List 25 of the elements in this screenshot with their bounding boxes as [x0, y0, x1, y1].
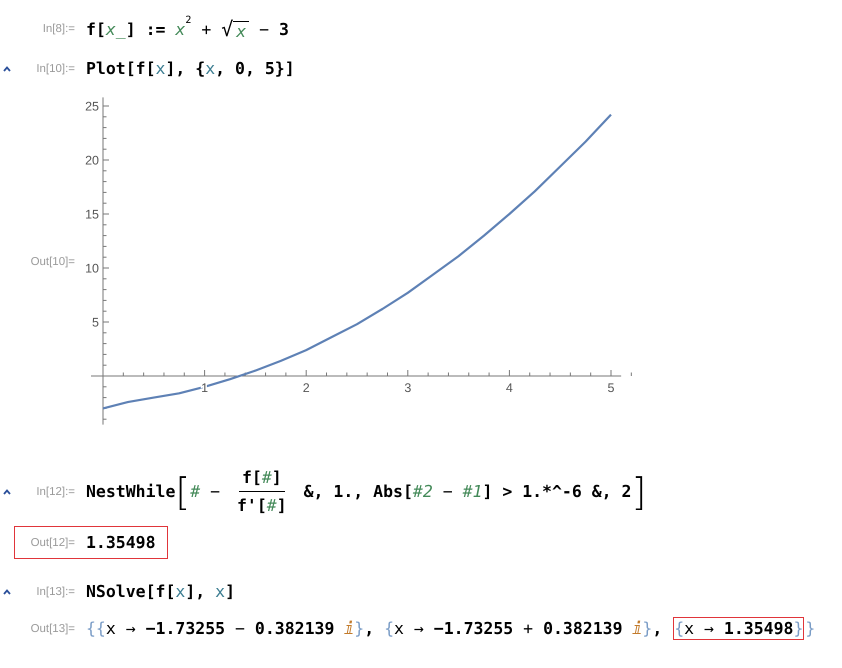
cell-label: In[12]:= — [35, 486, 75, 498]
tick-label: 4 — [506, 381, 513, 395]
tick-label: 20 — [85, 154, 99, 168]
cell-label: Out[12]= — [30, 536, 75, 548]
caret-icon[interactable] — [3, 588, 11, 594]
caret-icon[interactable] — [3, 488, 11, 494]
output-value: } — [804, 618, 816, 640]
highlighted-result: {x → 1.35498} — [673, 617, 804, 640]
tick-label: 10 — [85, 262, 99, 276]
cell-label: In[10]:= — [35, 62, 75, 74]
caret-icon[interactable] — [3, 66, 11, 72]
input-code: Plot[f[x], {x, 0, 5}] — [85, 58, 296, 80]
tick-label: 5 — [608, 381, 614, 395]
tick-label: 15 — [85, 208, 99, 222]
tick-label: 3 — [404, 381, 412, 395]
output-value: {{x → −1.73255 − 0.382139 ⅈ}, {x → −1.73255 + 0.382139 ⅈ}, — [85, 618, 664, 640]
tick-label: 2 — [302, 381, 310, 395]
cell-label: Out[10]= — [30, 256, 75, 268]
tick-label: 25 — [85, 100, 99, 114]
input-code: NSolve[f[x], x] — [85, 581, 236, 603]
cell-label: In[13]:= — [35, 586, 75, 598]
tick-label: 5 — [92, 316, 99, 330]
output-value: 1.35498 — [85, 532, 157, 554]
cell-label: Out[13]= — [30, 622, 75, 634]
cell-label: In[8]:= — [42, 23, 75, 35]
